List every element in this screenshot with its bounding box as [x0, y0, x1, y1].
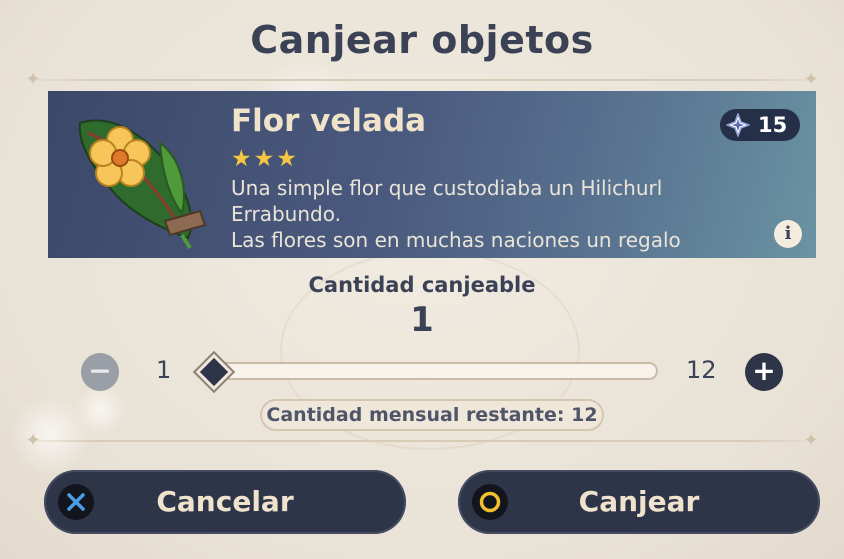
redeem-label: Canjear	[578, 485, 700, 518]
item-description: Una simple flor que custodiaba un Hilich…	[231, 176, 681, 252]
starglitter-icon	[726, 113, 750, 137]
redeem-dialog: Canjear objetos ✦ ✦ Flor velada ★★★ Una …	[0, 0, 844, 559]
cost-value: 15	[758, 113, 788, 137]
item-card: Flor velada ★★★ Una simple flor que cust…	[48, 91, 816, 258]
slider-handle[interactable]	[195, 353, 233, 391]
item-name: Flor velada	[231, 103, 427, 139]
minus-icon: −	[88, 354, 112, 387]
dialog-title: Canjear objetos	[250, 18, 594, 62]
slider-max-label: 12	[686, 356, 717, 384]
bottom-divider	[20, 440, 824, 442]
rarity-stars: ★★★	[231, 146, 299, 172]
redeem-button[interactable]: Canjear	[458, 470, 820, 534]
info-icon[interactable]: i	[774, 220, 802, 248]
cancel-label: Cancelar	[156, 485, 294, 518]
plus-icon: +	[752, 354, 776, 387]
monthly-remaining-badge: Cantidad mensual restante: 12	[260, 399, 604, 431]
quantity-value: 1	[410, 300, 434, 340]
sparkle-ornament-icon: ✦	[25, 430, 41, 451]
sparkle-ornament-icon: ✦	[803, 430, 819, 451]
top-divider	[20, 79, 824, 81]
sparkle-ornament-icon: ✦	[803, 69, 819, 90]
increase-button[interactable]: +	[745, 353, 783, 391]
quantity-label: Cantidad canjeable	[308, 273, 536, 297]
quantity-slider[interactable]	[205, 362, 658, 380]
flower-item-icon	[78, 119, 207, 250]
sparkle-ornament-icon: ✦	[25, 69, 41, 90]
slider-min-label: 1	[156, 356, 172, 384]
cancel-button[interactable]: Cancelar	[44, 470, 406, 534]
cost-badge: 15	[720, 109, 800, 141]
light-glow	[75, 385, 125, 435]
decrease-button[interactable]: −	[81, 353, 119, 391]
